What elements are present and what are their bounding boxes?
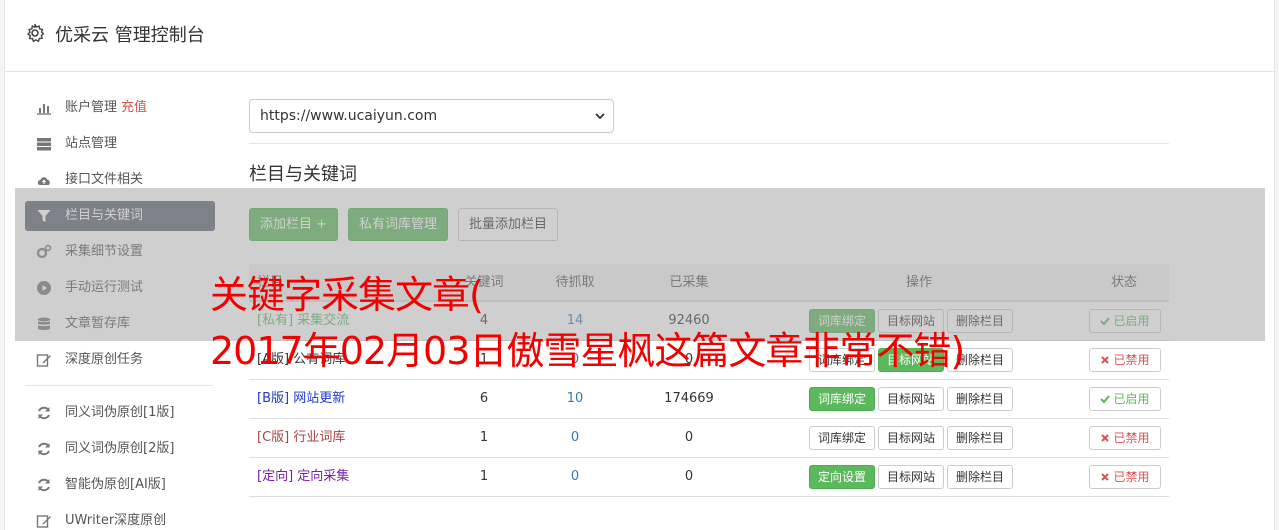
- close-icon: [1101, 433, 1110, 442]
- close-icon: [1101, 355, 1110, 364]
- column-name-link[interactable]: [定向] 定向采集: [257, 458, 349, 496]
- delete-column-button[interactable]: 删除栏目: [947, 464, 1014, 489]
- status-label: 已禁用: [1113, 352, 1150, 367]
- sidebar-divider: [25, 385, 213, 386]
- section-title: 栏目与关键词: [249, 164, 357, 185]
- keyword-count: 6: [479, 391, 489, 406]
- row-status: 已禁用: [1089, 419, 1161, 457]
- collected-count: 0: [684, 469, 694, 484]
- row-operations: 定向设置 目标网站 删除栏目: [809, 458, 1019, 496]
- sidebar-item-account[interactable]: 账户管理 充值: [25, 93, 215, 123]
- table-row: [B版] 网站更新 6 10 174669 词库绑定 目标网站 删除栏目 已启用: [249, 380, 1169, 419]
- target-site-button[interactable]: 目标网站: [878, 425, 945, 450]
- pending-count[interactable]: 0: [545, 419, 605, 457]
- divider: [249, 143, 1169, 144]
- site-select-value: https://www.ucaiyun.com: [260, 108, 438, 124]
- gear-icon: [27, 23, 45, 43]
- sidebar-item-label: 同义词伪原创[1版]: [65, 405, 175, 420]
- target-site-button[interactable]: 目标网站: [878, 464, 945, 489]
- bind-dictionary-button[interactable]: 词库绑定: [809, 425, 876, 450]
- status-label: 已启用: [1113, 391, 1150, 406]
- status-toggle[interactable]: 已禁用: [1089, 425, 1161, 450]
- target-site-button[interactable]: 目标网站: [878, 386, 945, 411]
- directed-settings-button[interactable]: 定向设置: [809, 464, 876, 489]
- app-title: 优采云 管理控制台: [55, 25, 205, 46]
- row-status: 已禁用: [1089, 458, 1161, 496]
- status-toggle[interactable]: 已禁用: [1089, 347, 1161, 372]
- row-status: 已禁用: [1089, 341, 1161, 379]
- sidebar-item-synonym-v2[interactable]: 同义词伪原创[2版]: [25, 434, 215, 464]
- sidebar-item-label: 智能伪原创[AI版]: [65, 477, 166, 492]
- row-status: 已启用: [1089, 380, 1161, 418]
- watermark-title-line2: 2017年02月03日傲雪星枫这篇文章非常不错): [210, 329, 965, 373]
- status-label: 已禁用: [1113, 469, 1150, 484]
- status-toggle[interactable]: 已启用: [1089, 386, 1161, 411]
- table-row: [定向] 定向采集 1 0 0 定向设置 目标网站 删除栏目 已禁用: [249, 458, 1169, 497]
- sidebar-item-synonym-v1[interactable]: 同义词伪原创[1版]: [25, 398, 215, 428]
- row-operations: 词库绑定目标网站删除栏目: [809, 419, 1019, 457]
- column-tag: [定向]: [257, 469, 294, 484]
- edit-icon: [36, 515, 51, 528]
- sidebar-item-label: 站点管理: [65, 136, 118, 151]
- sidebar-item-label: UWriter深度原创: [65, 513, 167, 528]
- column-name: 定向采集: [297, 469, 350, 484]
- pending-count[interactable]: 10: [545, 380, 605, 418]
- pending-count[interactable]: 0: [545, 458, 605, 496]
- watermark-band: [15, 188, 1265, 341]
- watermark-title-line1: 关键字采集文章(: [210, 273, 484, 317]
- collected-count: 174669: [664, 391, 714, 406]
- chevron-down-icon: [595, 113, 605, 120]
- column-tag: [C版]: [257, 430, 290, 445]
- recharge-link[interactable]: 充值: [121, 100, 147, 115]
- row-operations: 词库绑定目标网站删除栏目: [809, 380, 1019, 418]
- edit-icon: [36, 354, 51, 367]
- keyword-count: 1: [479, 469, 489, 484]
- keyword-count: 1: [479, 430, 489, 445]
- close-icon: [1101, 472, 1110, 481]
- column-name: 行业词库: [293, 430, 346, 445]
- sidebar-item-deep-original[interactable]: 深度原创任务: [25, 345, 215, 375]
- sidebar-item-label: 同义词伪原创[2版]: [65, 441, 175, 456]
- sidebar-item-label: 深度原创任务: [65, 352, 144, 367]
- refresh-icon: [38, 442, 50, 456]
- cloud-upload-icon: [37, 177, 50, 185]
- server-icon: [37, 138, 51, 151]
- table-row: [C版] 行业词库 1 0 0 词库绑定 目标网站 删除栏目 已禁用: [249, 419, 1169, 458]
- delete-column-button[interactable]: 删除栏目: [947, 425, 1014, 450]
- sidebar-item-uwriter[interactable]: UWriter深度原创: [25, 506, 215, 530]
- column-name: 网站更新: [293, 391, 346, 406]
- site-select[interactable]: https://www.ucaiyun.com: [249, 99, 614, 133]
- sidebar-item-label: 账户管理: [65, 100, 118, 115]
- main-content: https://www.ucaiyun.com 栏目与关键词 添加栏目 +私有词…: [249, 99, 1169, 497]
- column-tag: [B版]: [257, 391, 290, 406]
- column-name-link[interactable]: [B版] 网站更新: [257, 380, 345, 418]
- app-header: 优采云 管理控制台: [5, 0, 1276, 72]
- collected-count: 0: [684, 430, 694, 445]
- refresh-icon: [38, 406, 50, 420]
- sidebar-item-sites[interactable]: 站点管理: [25, 129, 215, 159]
- status-toggle[interactable]: 已禁用: [1089, 464, 1161, 489]
- bar-chart-icon: [37, 104, 51, 115]
- delete-column-button[interactable]: 删除栏目: [947, 386, 1014, 411]
- column-name-link[interactable]: [C版] 行业词库: [257, 419, 345, 457]
- bind-dictionary-button[interactable]: 词库绑定: [809, 386, 876, 411]
- sidebar-item-label: 接口文件相关: [65, 172, 144, 187]
- sidebar-item-ai-original[interactable]: 智能伪原创[AI版]: [25, 470, 215, 500]
- refresh-icon: [38, 478, 50, 492]
- check-icon: [1100, 394, 1111, 403]
- status-label: 已禁用: [1113, 430, 1150, 445]
